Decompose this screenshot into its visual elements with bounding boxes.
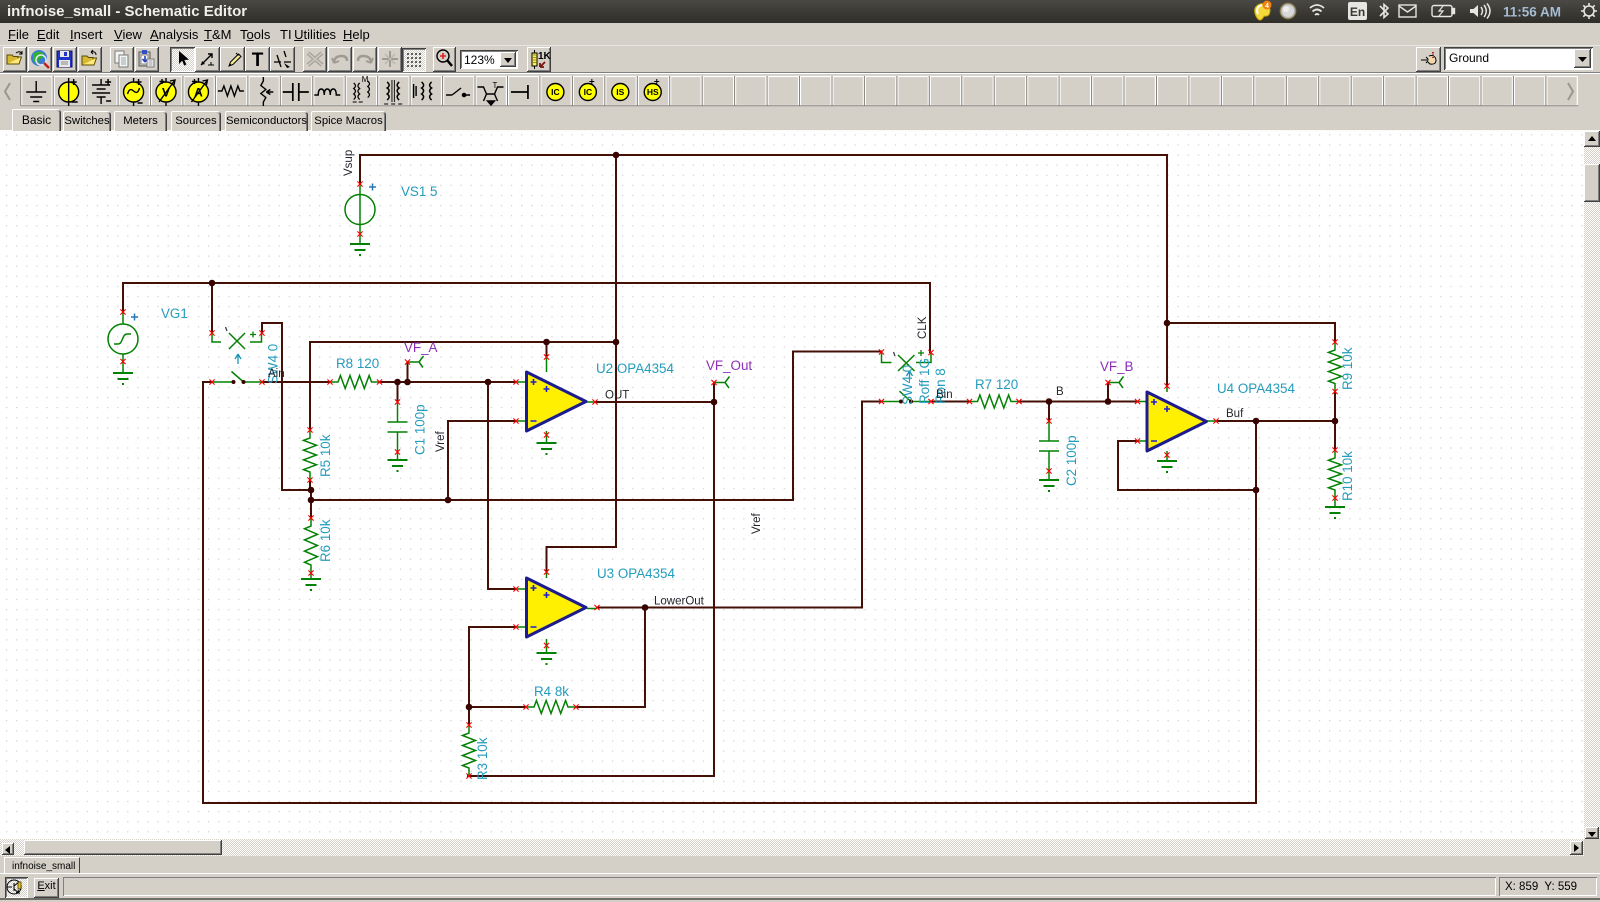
svg-text:C2 100p: C2 100p (1064, 435, 1079, 486)
svg-text:1K: 1K (538, 51, 551, 62)
svg-text:R10 10k: R10 10k (1340, 451, 1355, 501)
svg-text:R6 10k: R6 10k (318, 519, 333, 562)
svg-text:R3 10k: R3 10k (475, 737, 490, 780)
svg-text:Vref: Vref (751, 513, 763, 534)
svg-text:U3 OPA4354: U3 OPA4354 (597, 566, 675, 581)
svg-text:T: T (493, 81, 498, 90)
svg-text:HS: HS (647, 87, 659, 97)
svg-text:Vsup: Vsup (343, 150, 355, 176)
svg-text:U2 OPA4354: U2 OPA4354 (596, 361, 674, 376)
svg-text:R5 10k: R5 10k (318, 434, 333, 477)
svg-text:VF_Out: VF_Out (706, 358, 752, 373)
svg-text:C1 100p: C1 100p (413, 404, 428, 455)
svg-text:CLK: CLK (917, 316, 929, 339)
svg-text:OUT: OUT (605, 390, 629, 402)
svg-text:Bin: Bin (936, 389, 953, 401)
svg-text:R4 8k: R4 8k (534, 684, 569, 699)
svg-text:R7 120: R7 120 (975, 377, 1018, 392)
svg-text:Roff 1G: Roff 1G (917, 358, 932, 404)
svg-text:4: 4 (1265, 3, 1269, 10)
svg-text:U4 OPA4354: U4 OPA4354 (1217, 381, 1295, 396)
svg-text:IC: IC (584, 87, 593, 97)
svg-text:IS: IS (616, 87, 624, 97)
svg-text:VG1: VG1 (161, 306, 188, 321)
svg-text:VS1 5: VS1 5 (401, 184, 437, 199)
svg-text:R8 120: R8 120 (336, 356, 379, 371)
svg-text:IC: IC (551, 87, 560, 97)
svg-text:Ain: Ain (268, 368, 285, 380)
svg-text:B: B (1056, 386, 1064, 398)
svg-text:Buf: Buf (1226, 408, 1244, 420)
svg-text:Vref: Vref (435, 431, 447, 452)
svg-text:LowerOut: LowerOut (654, 596, 705, 608)
svg-text:R9 10k: R9 10k (1340, 347, 1355, 390)
svg-text:VF_B: VF_B (1100, 359, 1134, 374)
svg-text:En: En (1350, 5, 1365, 19)
svg-text:11:56 AM: 11:56 AM (1503, 5, 1561, 20)
svg-text:SW4 0: SW4 0 (900, 365, 915, 405)
svg-text:T: T (252, 50, 264, 71)
svg-text:M: M (362, 75, 369, 84)
svg-text:VF_A: VF_A (404, 340, 438, 355)
